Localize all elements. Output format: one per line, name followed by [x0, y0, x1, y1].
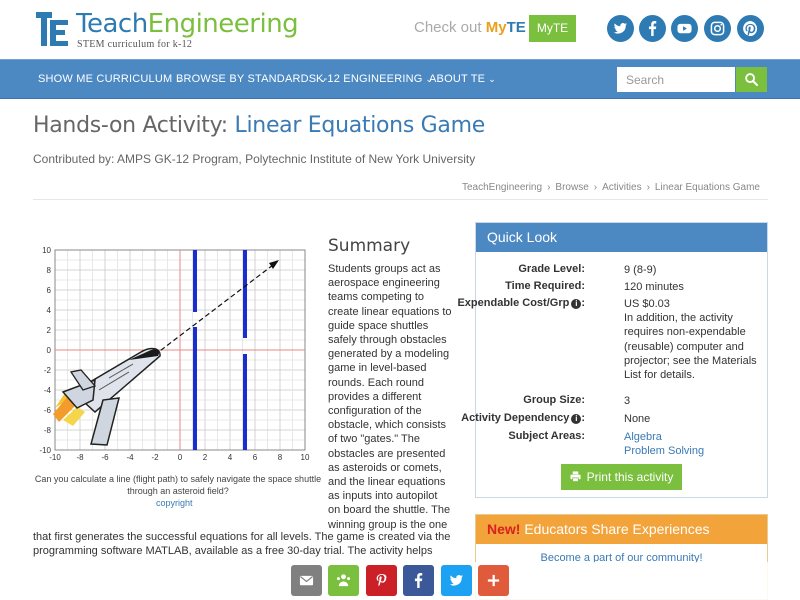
y-tick-label: -8 [44, 426, 52, 435]
print-activity-button[interactable]: Print this activity [561, 464, 682, 490]
search-input[interactable] [617, 67, 735, 92]
facebook-icon[interactable] [403, 565, 434, 596]
breadcrumb-item-current: Linear Equations Game [654, 182, 760, 193]
pinterest-icon[interactable] [737, 15, 764, 42]
breadcrumb-item-browse[interactable]: Browse [555, 182, 588, 193]
coordinate-graph: -10 -8 -6 -4 -2 0 2 4 6 8 10 10 8 6 4 2 0 -2 -4 -6 -8 -10 [39, 246, 310, 462]
group-size-label: Group Size: [523, 394, 585, 406]
x-tick-label: -8 [76, 453, 84, 462]
time-required-label: Time Required: [505, 280, 585, 292]
group-size-value: 3 [624, 395, 631, 407]
new-badge: New! [487, 521, 521, 537]
x-tick-label: 0 [178, 453, 183, 462]
chevron-down-icon: ⌄ [488, 74, 496, 84]
info-icon[interactable]: i [571, 414, 582, 424]
main-navigation: SHOW ME CURRICULUM ⌄ BROWSE BY STANDARDS ⌄… [0, 59, 800, 99]
info-icon[interactable]: i [571, 299, 582, 309]
y-tick-label: 0 [47, 346, 52, 355]
nav-k12-engineering[interactable]: K-12 ENGINEERING ⌄ [316, 60, 433, 98]
y-tick-label: -4 [44, 386, 52, 395]
grade-level-label: Grade Level: [518, 263, 585, 275]
chevron-right-icon: › [547, 182, 551, 193]
y-tick-label: -10 [39, 446, 51, 455]
expendable-cost-value: US $0.03 In addition, the activity requir… [624, 298, 757, 382]
twitter-icon[interactable] [441, 565, 472, 596]
email-icon[interactable] [291, 565, 322, 596]
y-tick-label: 8 [47, 266, 52, 275]
x-tick-label: -4 [126, 453, 134, 462]
breadcrumb-item-teachengineering[interactable]: TeachEngineering [462, 182, 542, 193]
copyright-link[interactable]: copyright [156, 498, 193, 508]
grade-level-value: 9 (8-9) [624, 264, 657, 276]
x-tick-label: 10 [301, 453, 310, 462]
x-tick-label: 4 [228, 453, 233, 462]
subject-areas-label: Subject Areas: [508, 430, 585, 442]
checkout-myte-link[interactable]: Check out MyTE [414, 19, 526, 36]
activity-figure: -10 -8 -6 -4 -2 0 2 4 6 8 10 10 8 6 4 2 0 -2 -4 -6 -8 -10 [33, 240, 323, 470]
x-tick-label: -10 [49, 453, 61, 462]
site-header: TeachEngineering STEM curriculum for k-1… [0, 0, 800, 58]
more-plus-icon[interactable] [478, 565, 509, 596]
activity-dependency-label: Activity Dependency i: [461, 412, 585, 424]
teachengineering-logo[interactable]: TeachEngineering STEM curriculum for k-1… [36, 10, 336, 50]
time-required-value: 120 minutes [624, 281, 684, 293]
chevron-right-icon: › [646, 182, 650, 193]
y-tick-label: -6 [44, 406, 52, 415]
figure-caption: Can you calculate a line (flight path) t… [34, 474, 322, 496]
activity-dependency-value: None [624, 413, 651, 425]
logo-tagline: STEM curriculum for k-12 [77, 39, 193, 50]
x-tick-label: 2 [203, 453, 208, 462]
share-community-icon[interactable] [328, 565, 359, 596]
chevron-right-icon: › [593, 182, 598, 193]
y-tick-label: 2 [47, 326, 52, 335]
y-tick-label: 6 [47, 286, 52, 295]
twitter-icon[interactable] [607, 15, 634, 42]
x-tick-label: -2 [151, 453, 159, 462]
quick-look-panel: Quick Look Grade Level: 9 (8-9) Time Req… [457, 222, 768, 498]
logo-title: TeachEngineering [76, 9, 299, 39]
summary-text: Students groups act as aerospace enginee… [328, 263, 452, 531]
page-title: Hands-on Activity: Linear Equations Game [33, 113, 485, 138]
contributed-by: Contributed by: AMPS GK-12 Program, Poly… [33, 152, 476, 166]
expendable-cost-note: In addition, the activity requires non-e… [624, 312, 757, 382]
breadcrumb: TeachEngineering › Browse › Activities › Linea… [462, 182, 760, 193]
x-tick-label: 6 [253, 453, 258, 462]
subject-link-problem-solving[interactable]: Problem Solving [624, 444, 759, 458]
summary-heading: Summary [328, 236, 411, 256]
y-tick-label: 4 [47, 306, 52, 315]
divider [33, 199, 768, 200]
nav-browse-by-standards[interactable]: BROWSE BY STANDARDS ⌄ [176, 60, 327, 98]
logo-mark-icon [36, 12, 68, 46]
breadcrumb-item-activities[interactable]: Activities [602, 182, 641, 193]
x-tick-label: -6 [101, 453, 109, 462]
facebook-icon[interactable] [639, 15, 666, 42]
instagram-icon[interactable] [704, 15, 731, 42]
quick-look-heading: Quick Look [476, 223, 767, 252]
myte-button[interactable]: MyTE [529, 15, 576, 42]
summary-text-continued: that first generates the successful equa… [33, 531, 451, 558]
subject-link-algebra[interactable]: Algebra [624, 430, 759, 444]
educators-share-heading: New! Educators Share Experiences [476, 515, 767, 544]
nav-show-me-curriculum[interactable]: SHOW ME CURRICULUM ⌄ [38, 60, 183, 98]
y-tick-label: -2 [44, 366, 52, 375]
share-bar [0, 562, 800, 600]
search-button[interactable] [736, 67, 767, 92]
y-tick-label: 10 [42, 246, 51, 255]
flight-path [147, 264, 274, 361]
expendable-cost-label: Expendable Cost/Grp i: [457, 297, 585, 309]
nav-about-te[interactable]: ABOUT TE ⌄ [429, 60, 496, 98]
pinterest-icon[interactable] [366, 565, 397, 596]
space-shuttle-illustration [53, 347, 161, 446]
x-tick-label: 8 [278, 453, 283, 462]
search-icon [745, 73, 758, 86]
printer-icon [570, 471, 581, 482]
youtube-icon[interactable] [671, 15, 698, 42]
